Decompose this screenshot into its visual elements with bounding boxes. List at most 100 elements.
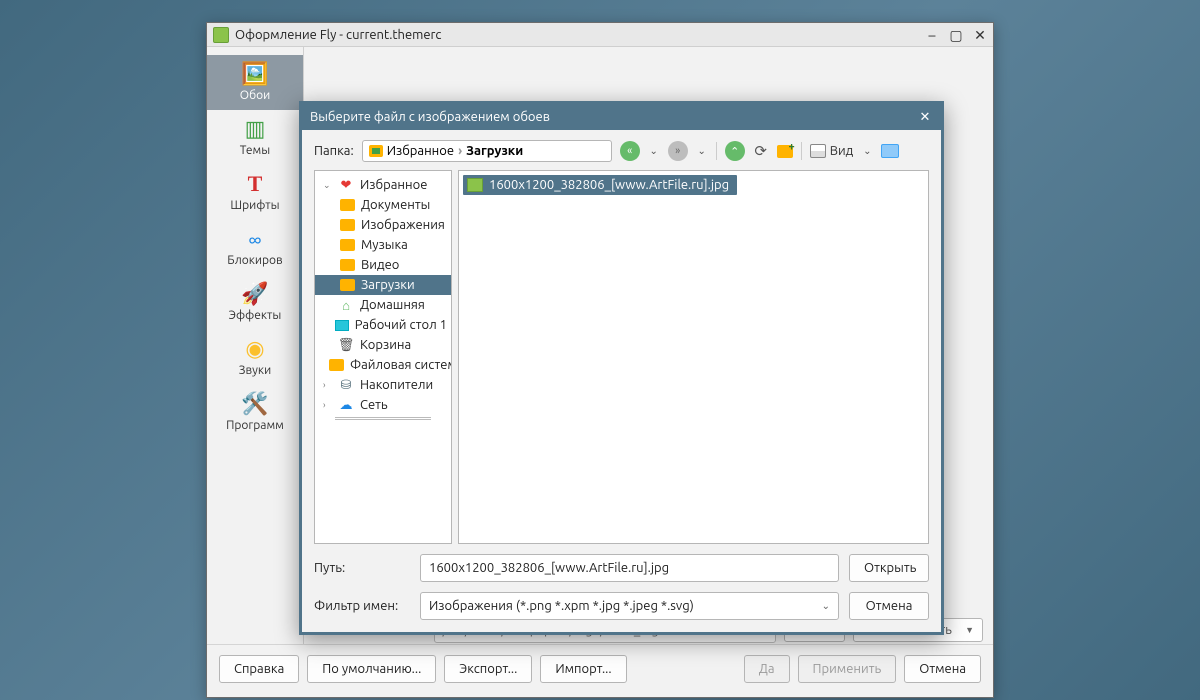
lock-icon: ∞ <box>238 226 272 252</box>
tree-music[interactable]: Музыка <box>315 235 451 255</box>
back-button[interactable]: « <box>620 141 640 161</box>
tree-trash[interactable]: 🗑Корзина <box>315 335 451 355</box>
dialog-close-button[interactable]: ✕ <box>917 110 933 125</box>
file-name: 1600x1200_382806_[www.ArtFile.ru].jpg <box>489 178 729 192</box>
path-label: Путь: <box>314 561 410 575</box>
forward-button[interactable]: » <box>668 141 688 161</box>
tree-favorites[interactable]: ⌄❤Избранное <box>315 175 451 195</box>
network-icon: ☁ <box>338 398 354 412</box>
effects-icon: 🚀 <box>238 281 272 307</box>
export-button[interactable]: Экспорт... <box>444 655 532 683</box>
folder-icon <box>329 358 344 372</box>
file-list[interactable]: 1600x1200_382806_[www.ArtFile.ru].jpg <box>458 170 929 544</box>
chevron-down-icon: ▼ <box>965 625 974 635</box>
folder-icon <box>369 145 383 157</box>
filter-label: Фильтр имен: <box>314 599 410 613</box>
defaults-button[interactable]: По умолчанию... <box>307 655 436 683</box>
import-button[interactable]: Импорт... <box>540 655 626 683</box>
folder-icon <box>339 278 355 292</box>
tree-downloads[interactable]: Загрузки <box>315 275 451 295</box>
tree-documents[interactable]: Документы <box>315 195 451 215</box>
file-item-selected[interactable]: 1600x1200_382806_[www.ArtFile.ru].jpg <box>463 175 737 195</box>
tab-label: Эффекты <box>229 309 282 322</box>
refresh-button[interactable]: ⟳ <box>753 141 769 161</box>
view-mode-button[interactable]: Вид <box>810 144 854 158</box>
tab-sounds[interactable]: ◉ Звуки <box>207 330 303 385</box>
view-menu-icon[interactable]: ⌄ <box>861 141 873 161</box>
tab-label: Шрифты <box>230 199 279 212</box>
drive-icon: ⛁ <box>338 378 354 392</box>
toolbar-separator <box>801 142 802 160</box>
folder-label: Папка: <box>314 144 354 158</box>
new-folder-button[interactable] <box>777 141 793 161</box>
heart-icon: ❤ <box>338 178 354 192</box>
cancel-button[interactable]: Отмена <box>904 655 981 683</box>
toolbar-separator <box>716 142 717 160</box>
folder-icon <box>339 198 355 212</box>
tree-desktop[interactable]: Рабочий стол 1 <box>315 315 451 335</box>
dialog-form: Путь: Открыть Фильтр имен: Изображения (… <box>302 544 941 632</box>
crumb-separator: › <box>458 144 462 158</box>
themes-icon: ▥ <box>238 116 272 142</box>
tab-label: Блокиров <box>227 254 282 267</box>
tab-label: Звуки <box>239 364 271 377</box>
tab-programs[interactable]: 🛠️ Программ <box>207 385 303 440</box>
maximize-button[interactable]: ▢ <box>949 28 963 42</box>
bottom-button-row: Справка По умолчанию... Экспорт... Импор… <box>207 644 993 697</box>
places-tree: ⌄❤Избранное Документы Изображения Музыка… <box>314 170 452 544</box>
dialog-toolbar: Папка: Избранное › Загрузки « ⌄ » ⌄ ⌃ ⟳ … <box>302 130 941 170</box>
apply-button[interactable]: Применить <box>798 655 897 683</box>
yes-button[interactable]: Да <box>744 655 790 683</box>
tab-wallpaper[interactable]: 🖼️ Обои <box>207 55 303 110</box>
open-button[interactable]: Открыть <box>849 554 929 582</box>
filter-combo[interactable]: Изображения (*.png *.xpm *.jpg *.jpeg *.… <box>420 592 839 620</box>
tree-images[interactable]: Изображения <box>315 215 451 235</box>
home-icon: ⌂ <box>338 298 354 312</box>
filter-value: Изображения (*.png *.xpm *.jpg *.jpeg *.… <box>429 599 694 613</box>
tab-fonts[interactable]: T Шрифты <box>207 165 303 220</box>
trash-icon: 🗑 <box>338 338 354 352</box>
up-button[interactable]: ⌃ <box>725 141 745 161</box>
help-button[interactable]: Справка <box>219 655 299 683</box>
chevron-down-icon: ⌄ <box>822 600 830 612</box>
view-icon <box>810 144 826 158</box>
breadcrumb[interactable]: Избранное › Загрузки <box>362 140 612 162</box>
fonts-icon: T <box>238 171 272 197</box>
tree-video[interactable]: Видео <box>315 255 451 275</box>
wallpaper-icon: 🖼️ <box>238 61 272 87</box>
tree-filesystem[interactable]: Файловая система <box>315 355 451 375</box>
crumb-current[interactable]: Загрузки <box>466 144 523 158</box>
file-dialog: Выберите файл с изображением обоев ✕ Пап… <box>299 101 944 635</box>
folder-icon <box>339 258 355 272</box>
programs-icon: 🛠️ <box>238 391 272 417</box>
tab-themes[interactable]: ▥ Темы <box>207 110 303 165</box>
tab-label: Обои <box>240 89 270 102</box>
back-menu-icon[interactable]: ⌄ <box>648 141 660 161</box>
main-titlebar[interactable]: Оформление Fly - current.themerc – ▢ ✕ <box>207 23 993 47</box>
forward-menu-icon[interactable]: ⌄ <box>696 141 708 161</box>
side-tabs: 🖼️ Обои ▥ Темы T Шрифты ∞ Блокиров 🚀 <box>207 47 303 644</box>
view-label: Вид <box>830 144 854 158</box>
dialog-titlebar[interactable]: Выберите файл с изображением обоев ✕ <box>302 104 941 130</box>
crumb-root[interactable]: Избранное <box>387 144 454 158</box>
tab-lock[interactable]: ∞ Блокиров <box>207 220 303 275</box>
close-button[interactable]: ✕ <box>973 28 987 42</box>
preview-toggle-icon[interactable] <box>881 144 899 158</box>
folder-icon <box>339 218 355 232</box>
tree-home[interactable]: ⌂Домашняя <box>315 295 451 315</box>
tab-label: Темы <box>240 144 270 157</box>
folder-icon <box>339 238 355 252</box>
tab-effects[interactable]: 🚀 Эффекты <box>207 275 303 330</box>
dialog-cancel-button[interactable]: Отмена <box>849 592 929 620</box>
tab-label: Программ <box>226 419 284 432</box>
desktop-icon <box>335 318 349 332</box>
dialog-title: Выберите файл с изображением обоев <box>310 110 917 124</box>
window-title: Оформление Fly - current.themerc <box>235 28 919 42</box>
image-thumb-icon <box>467 178 483 192</box>
tree-network[interactable]: ›☁Сеть <box>315 395 451 415</box>
tree-drives[interactable]: ›⛁Накопители <box>315 375 451 395</box>
path-input[interactable] <box>420 554 839 582</box>
resize-grip[interactable] <box>335 417 431 423</box>
minimize-button[interactable]: – <box>925 28 939 42</box>
app-icon <box>213 27 229 43</box>
